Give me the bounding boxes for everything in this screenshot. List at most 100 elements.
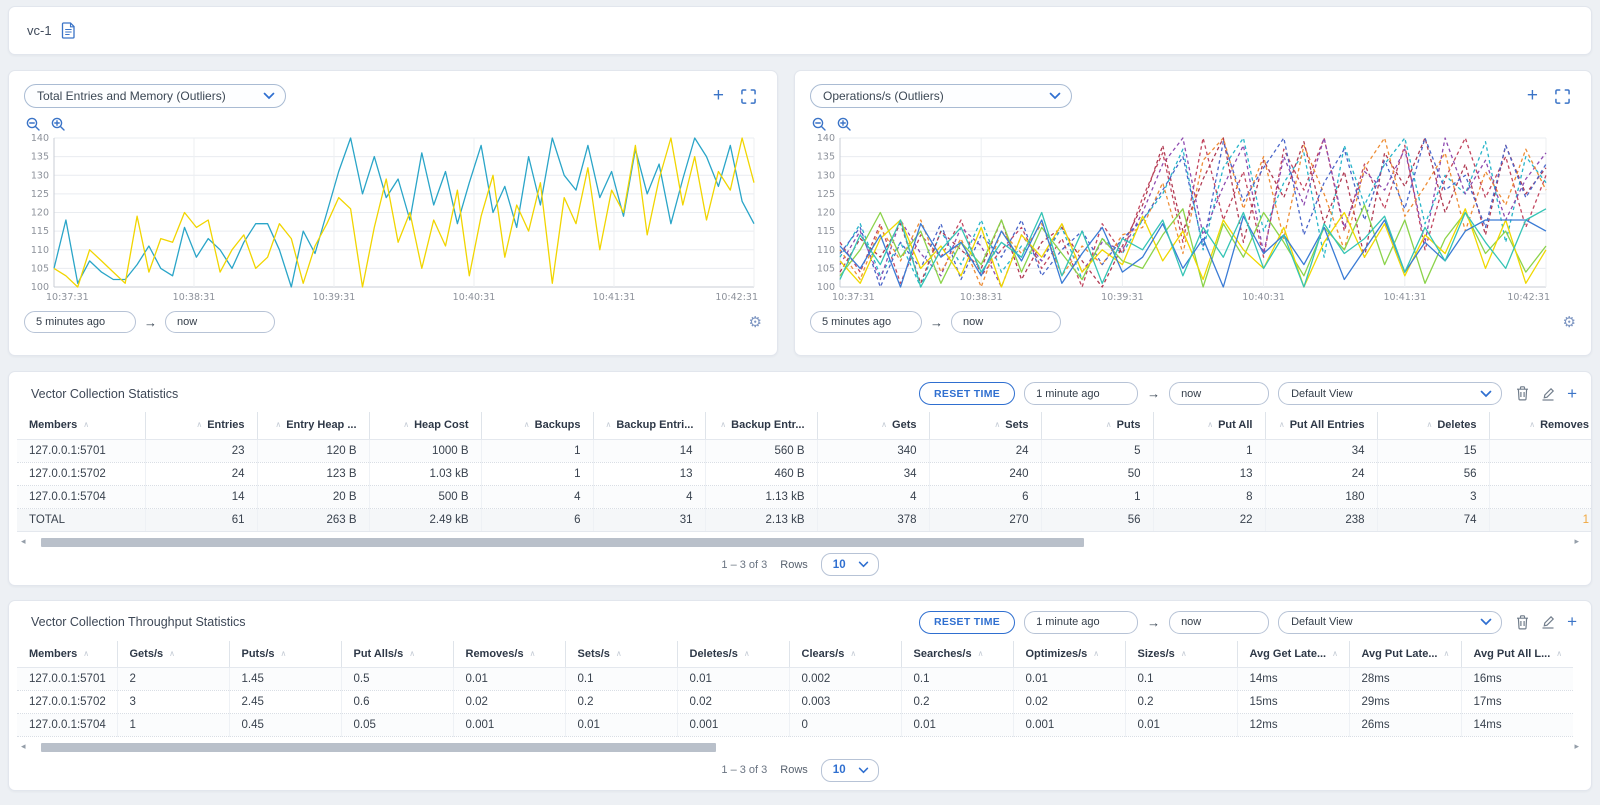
- time-from-input[interactable]: 1 minute ago: [1024, 382, 1138, 405]
- edit-view-icon[interactable]: [1541, 615, 1555, 629]
- column-header-members[interactable]: Members∧: [17, 641, 117, 668]
- column-header-sets-s[interactable]: Sets/s∧: [565, 641, 677, 668]
- rows-per-page-select[interactable]: 10: [821, 759, 879, 782]
- member-cell: TOTAL: [17, 508, 145, 531]
- column-header-optimizes-s[interactable]: Optimizes/s∧: [1013, 641, 1125, 668]
- column-header-avg-get-late[interactable]: Avg Get Late...∧: [1237, 641, 1349, 668]
- column-header-puts-s[interactable]: Puts/s∧: [229, 641, 341, 668]
- column-header-clears-s[interactable]: Clears/s∧: [789, 641, 901, 668]
- view-select[interactable]: Default View: [1278, 382, 1502, 405]
- document-icon[interactable]: [61, 22, 76, 39]
- value-cell: 2.49 kB: [369, 508, 481, 531]
- scroll-right-icon[interactable]: ▸: [1574, 741, 1579, 752]
- value-cell: 0.1: [565, 668, 677, 691]
- time-to-input[interactable]: now: [1169, 382, 1269, 405]
- sort-caret-icon: ∧: [978, 649, 984, 658]
- svg-text:105: 105: [817, 263, 835, 274]
- time-to-input[interactable]: now: [951, 311, 1061, 333]
- scroll-left-icon[interactable]: ◂: [21, 741, 26, 752]
- horizontal-scrollbar: ◂ ▸: [33, 538, 1567, 547]
- table-row[interactable]: 127.0.0.1:570232.450.60.020.20.020.0030.…: [17, 691, 1573, 714]
- scroll-left-icon[interactable]: ◂: [21, 536, 26, 547]
- delete-view-icon[interactable]: [1516, 386, 1529, 401]
- value-cell: 12ms: [1237, 714, 1349, 737]
- value-cell: 4: [481, 485, 593, 508]
- table-row[interactable]: 127.0.0.1:570410.450.050.0010.010.00100.…: [17, 714, 1573, 737]
- rows-per-page-select[interactable]: 10: [821, 553, 879, 576]
- column-header-searches-s[interactable]: Searches/s∧: [901, 641, 1013, 668]
- column-header-deletes[interactable]: ∧Deletes: [1377, 412, 1489, 439]
- total-row[interactable]: TOTAL61263 B2.49 kB6312.13 kB37827056222…: [17, 508, 1591, 531]
- fullscreen-button[interactable]: [741, 89, 756, 104]
- zoom-out-icon[interactable]: [26, 117, 40, 131]
- chevron-down-icon: [263, 92, 275, 100]
- column-header-puts[interactable]: ∧Puts: [1041, 412, 1153, 439]
- time-to-input[interactable]: now: [165, 311, 275, 333]
- column-header-gets[interactable]: ∧Gets: [817, 412, 929, 439]
- view-select[interactable]: Default View: [1278, 611, 1502, 634]
- table-row[interactable]: 127.0.0.1:57041420 B500 B441.13 kB461818…: [17, 485, 1591, 508]
- reset-time-button[interactable]: RESET TIME: [919, 382, 1015, 405]
- add-view-icon[interactable]: +: [1567, 387, 1577, 401]
- value-cell: 0.02: [677, 691, 789, 714]
- svg-text:125: 125: [817, 189, 835, 200]
- value-cell: 14: [593, 439, 705, 462]
- column-header-members[interactable]: Members∧: [17, 412, 145, 439]
- chart-metric-select[interactable]: Total Entries and Memory (Outliers): [24, 84, 286, 108]
- charts-row: Total Entries and Memory (Outliers) +: [8, 70, 1592, 356]
- column-header-avg-put-late[interactable]: Avg Put Late...∧: [1349, 641, 1461, 668]
- column-header-removes[interactable]: ∧Removes: [1489, 412, 1591, 439]
- svg-text:10:39:31: 10:39:31: [313, 292, 356, 303]
- column-header-entry-heap[interactable]: ∧Entry Heap ...: [257, 412, 369, 439]
- value-cell: 14: [145, 485, 257, 508]
- chart-metric-select[interactable]: Operations/s (Outliers): [810, 84, 1072, 108]
- column-header-avg-put-all-l[interactable]: Avg Put All L...∧: [1461, 641, 1573, 668]
- table-row[interactable]: 127.0.0.1:570224123 B1.03 kB113460 B3424…: [17, 462, 1591, 485]
- time-to-input[interactable]: now: [1169, 611, 1269, 634]
- reset-time-button[interactable]: RESET TIME: [919, 611, 1015, 634]
- column-header-backup-entr[interactable]: ∧Backup Entr...: [705, 412, 817, 439]
- value-cell: 0.01: [1013, 668, 1125, 691]
- column-header-backups[interactable]: ∧Backups: [481, 412, 593, 439]
- time-from-input[interactable]: 5 minutes ago: [810, 311, 922, 333]
- time-from-input[interactable]: 5 minutes ago: [24, 311, 136, 333]
- zoom-in-icon[interactable]: [51, 117, 65, 131]
- column-header-sets[interactable]: ∧Sets: [929, 412, 1041, 439]
- value-cell: 24: [145, 462, 257, 485]
- table-row[interactable]: 127.0.0.1:570123120 B1000 B114560 B34024…: [17, 439, 1591, 462]
- value-cell: 13: [593, 462, 705, 485]
- member-cell: 127.0.0.1:5704: [17, 714, 117, 737]
- sort-caret-icon: ∧: [994, 420, 1000, 429]
- column-header-put-all[interactable]: ∧Put All: [1153, 412, 1265, 439]
- zoom-out-icon[interactable]: [812, 117, 826, 131]
- value-cell: 8: [1153, 485, 1265, 508]
- column-header-deletes-s[interactable]: Deletes/s∧: [677, 641, 789, 668]
- scrollbar-thumb[interactable]: [41, 538, 1084, 547]
- column-header-entries[interactable]: ∧Entries: [145, 412, 257, 439]
- chart-settings-gear-icon[interactable]: ⚙: [749, 315, 762, 330]
- column-header-backup-entri[interactable]: ∧Backup Entri...: [593, 412, 705, 439]
- zoom-in-icon[interactable]: [837, 117, 851, 131]
- table-row[interactable]: 127.0.0.1:570121.450.50.010.10.010.0020.…: [17, 668, 1573, 691]
- column-header-gets-s[interactable]: Gets/s∧: [117, 641, 229, 668]
- add-chart-button[interactable]: +: [1527, 89, 1538, 103]
- column-header-put-all-entries[interactable]: ∧Put All Entries: [1265, 412, 1377, 439]
- sort-caret-icon: ∧: [850, 649, 856, 658]
- edit-view-icon[interactable]: [1541, 387, 1555, 401]
- column-header-sizes-s[interactable]: Sizes/s∧: [1125, 641, 1237, 668]
- sort-caret-icon: ∧: [616, 649, 622, 658]
- sort-caret-icon: ∧: [881, 420, 887, 429]
- add-view-icon[interactable]: +: [1567, 615, 1577, 629]
- fullscreen-button[interactable]: [1555, 89, 1570, 104]
- chart-settings-gear-icon[interactable]: ⚙: [1563, 315, 1576, 330]
- value-cell: 0.2: [1125, 691, 1237, 714]
- column-header-heap-cost[interactable]: ∧Heap Cost: [369, 412, 481, 439]
- delete-view-icon[interactable]: [1516, 615, 1529, 630]
- scrollbar-thumb[interactable]: [41, 743, 716, 752]
- scroll-right-icon[interactable]: ▸: [1574, 536, 1579, 547]
- value-cell: 0.1: [1125, 668, 1237, 691]
- column-header-put-alls-s[interactable]: Put Alls/s∧: [341, 641, 453, 668]
- column-header-removes-s[interactable]: Removes/s∧: [453, 641, 565, 668]
- add-chart-button[interactable]: +: [713, 89, 724, 103]
- time-from-input[interactable]: 1 minute ago: [1024, 611, 1138, 634]
